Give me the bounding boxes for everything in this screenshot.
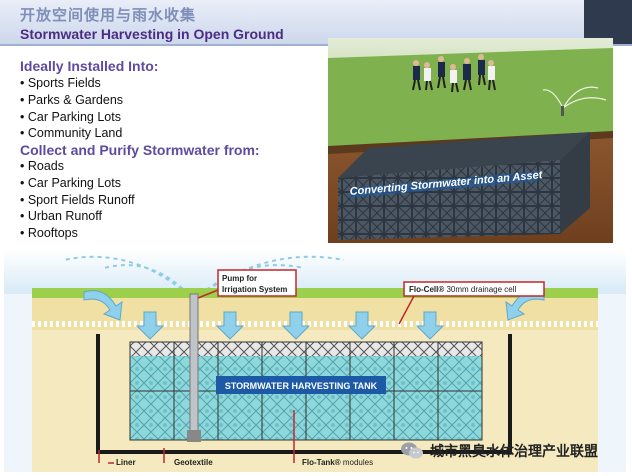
list-item: • Rooftops [20,226,78,241]
collect-heading: Collect and Purify Stormwater from: [20,142,260,158]
flo-tank-name: Flo-Tank® [302,458,341,467]
flo-tank-desc: modules [341,458,373,467]
flo-cell-desc: 30mm drainage cell [444,285,516,294]
watermark: 城市黑臭水体治理产业联盟 [400,436,628,466]
pump-label-line2: Irrigation System [222,285,287,294]
flo-cell-label: Flo-Cell® 30mm drainage cell [409,285,516,294]
list-item: • Sport Fields Runoff [20,192,135,207]
list-item: • Roads [20,159,64,173]
flo-cell-name: Flo-Cell® [409,285,444,294]
geotextile-label: Geotextile [174,458,213,467]
pump-label-line1: Pump for [222,274,257,283]
wechat-icon [401,442,423,459]
pump [187,430,201,442]
pump-pipe [189,293,199,439]
page-title-cn: 开放空间使用与雨水收集 [20,7,197,24]
list-item: • Parks & Gardens [20,92,124,107]
list-item: • Urban Runoff [20,209,102,224]
list-item: • Sports Fields [20,76,101,90]
watermark-text: 城市黑臭水体治理产业联盟 [430,443,598,459]
installed-heading: Ideally Installed Into: [20,58,159,74]
tank-label: STORMWATER HARVESTING TANK [225,381,378,391]
collect-list: • Roads • Car Parking Lots • Sport Field… [20,158,135,242]
flo-tank-label: Flo-Tank® modules [302,458,373,467]
sprinkler-head [561,106,564,116]
page-title-en: Stormwater Harvesting in Open Ground [20,26,284,42]
installed-list: • Sports Fields • Parks & Gardens • Car … [20,75,123,142]
sports-field-illustration: Converting Stormwater into an Asset [328,38,613,243]
list-item: • Community Land [20,126,123,141]
liner-label: Liner [116,458,136,467]
list-item: • Car Parking Lots [20,175,121,190]
list-item: • Car Parking Lots [20,109,121,124]
